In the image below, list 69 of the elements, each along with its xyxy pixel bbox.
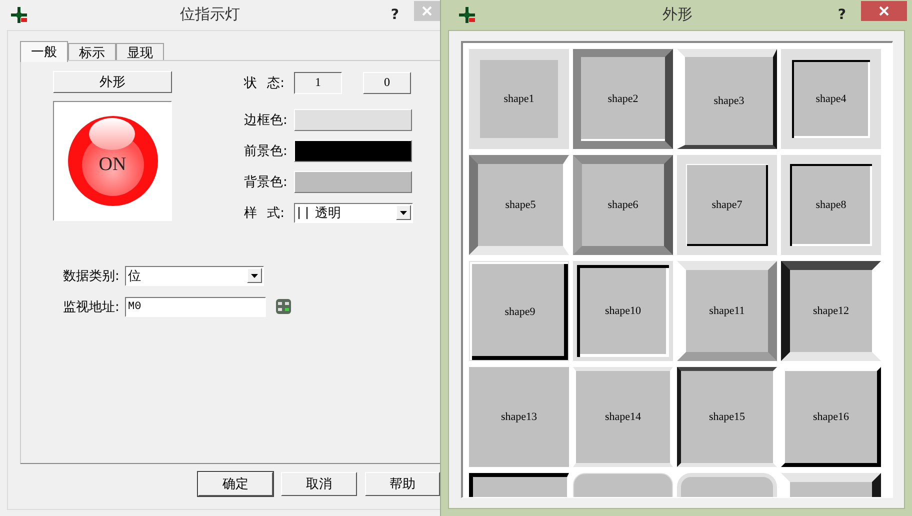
- window-title: 位指示灯: [180, 5, 240, 24]
- dialog-button[interactable]: 确定: [198, 472, 274, 496]
- shape-label: shape7: [712, 199, 742, 211]
- close-icon: [422, 6, 432, 16]
- shape-label: shape5: [505, 199, 536, 211]
- shape-label: shape2: [608, 93, 638, 105]
- caret-icon: [399, 209, 408, 216]
- shape-tile[interactable]: shape1: [469, 49, 569, 149]
- tab[interactable]: 一般: [20, 41, 68, 62]
- shape-button[interactable]: 外形: [53, 71, 172, 93]
- dropdown[interactable]: 透明: [294, 202, 413, 222]
- close-icon: [879, 6, 889, 16]
- shape-label: shape13: [500, 411, 538, 423]
- tab[interactable]: 显现: [116, 43, 164, 61]
- shape-tile[interactable]: shape15: [677, 367, 777, 467]
- caret-icon: [250, 272, 259, 279]
- shape-tile[interactable]: shape6: [573, 155, 673, 255]
- window-title: 外形: [662, 5, 692, 24]
- field-label: 边框色:: [244, 112, 288, 128]
- tab[interactable]: 标示: [68, 43, 116, 61]
- shape-label: shape8: [816, 199, 846, 211]
- dropdown-value: 位: [127, 268, 141, 284]
- shape-label: shape4: [816, 93, 846, 105]
- shape-label: shape15: [708, 411, 746, 423]
- dialog-button[interactable]: 取消: [281, 472, 357, 496]
- shape-tile[interactable]: shape8: [781, 155, 881, 255]
- state-button[interactable]: 0: [363, 72, 411, 94]
- shape-label: shape10: [604, 305, 642, 317]
- shape-label: shape3: [714, 95, 744, 107]
- dropdown-value: 透明: [314, 204, 341, 222]
- shape-tile[interactable]: shape3: [677, 49, 777, 149]
- shape-tile[interactable]: shape12: [781, 261, 881, 361]
- shape-tile[interactable]: shape4: [781, 49, 881, 149]
- shape-tile[interactable]: shape14: [573, 367, 673, 467]
- dropdown[interactable]: 位: [125, 266, 264, 286]
- shape-label: shape6: [608, 199, 638, 211]
- field-label: 前景色:: [244, 142, 288, 160]
- field-label: 监视地址:: [63, 298, 120, 316]
- shape-label: shape1: [504, 93, 534, 105]
- shape-tile[interactable]: shape13: [469, 367, 569, 467]
- shape-label: shape9: [504, 306, 536, 318]
- color-swatch[interactable]: [294, 140, 412, 162]
- dialog-button[interactable]: 帮助: [364, 472, 440, 496]
- help-button[interactable]: ?: [384, 7, 405, 23]
- field-label: 背景色:: [244, 174, 288, 190]
- shape-tile[interactable]: shape10: [573, 261, 673, 361]
- shape-tile[interactable]: shape2: [573, 49, 673, 149]
- address-field[interactable]: M0: [125, 296, 266, 316]
- shape-tile[interactable]: shape11: [677, 261, 777, 361]
- shape-label: shape11: [709, 305, 745, 317]
- shape-tile[interactable]: shape9: [469, 261, 569, 361]
- shape-label: shape16: [812, 411, 850, 423]
- state-button[interactable]: 1: [294, 72, 342, 94]
- keypad-icon[interactable]: [276, 299, 291, 314]
- shape-label: shape12: [812, 305, 850, 317]
- shape-tile[interactable]: shape7: [677, 155, 777, 255]
- field-label: 状 态:: [244, 74, 286, 92]
- shape-label: shape14: [604, 411, 642, 423]
- lamp-label: ON: [98, 154, 126, 176]
- shape-tile[interactable]: shape16: [781, 367, 881, 467]
- color-swatch[interactable]: [294, 108, 412, 130]
- app-icon: [10, 6, 28, 24]
- help-button[interactable]: ?: [832, 7, 852, 23]
- field-label: 数据类别:: [63, 268, 120, 284]
- field-label: 样 式:: [244, 204, 286, 222]
- shape-tile[interactable]: shape5: [469, 155, 569, 255]
- close-button[interactable]: [861, 1, 907, 21]
- color-swatch[interactable]: [294, 170, 412, 192]
- app-icon: [458, 6, 476, 24]
